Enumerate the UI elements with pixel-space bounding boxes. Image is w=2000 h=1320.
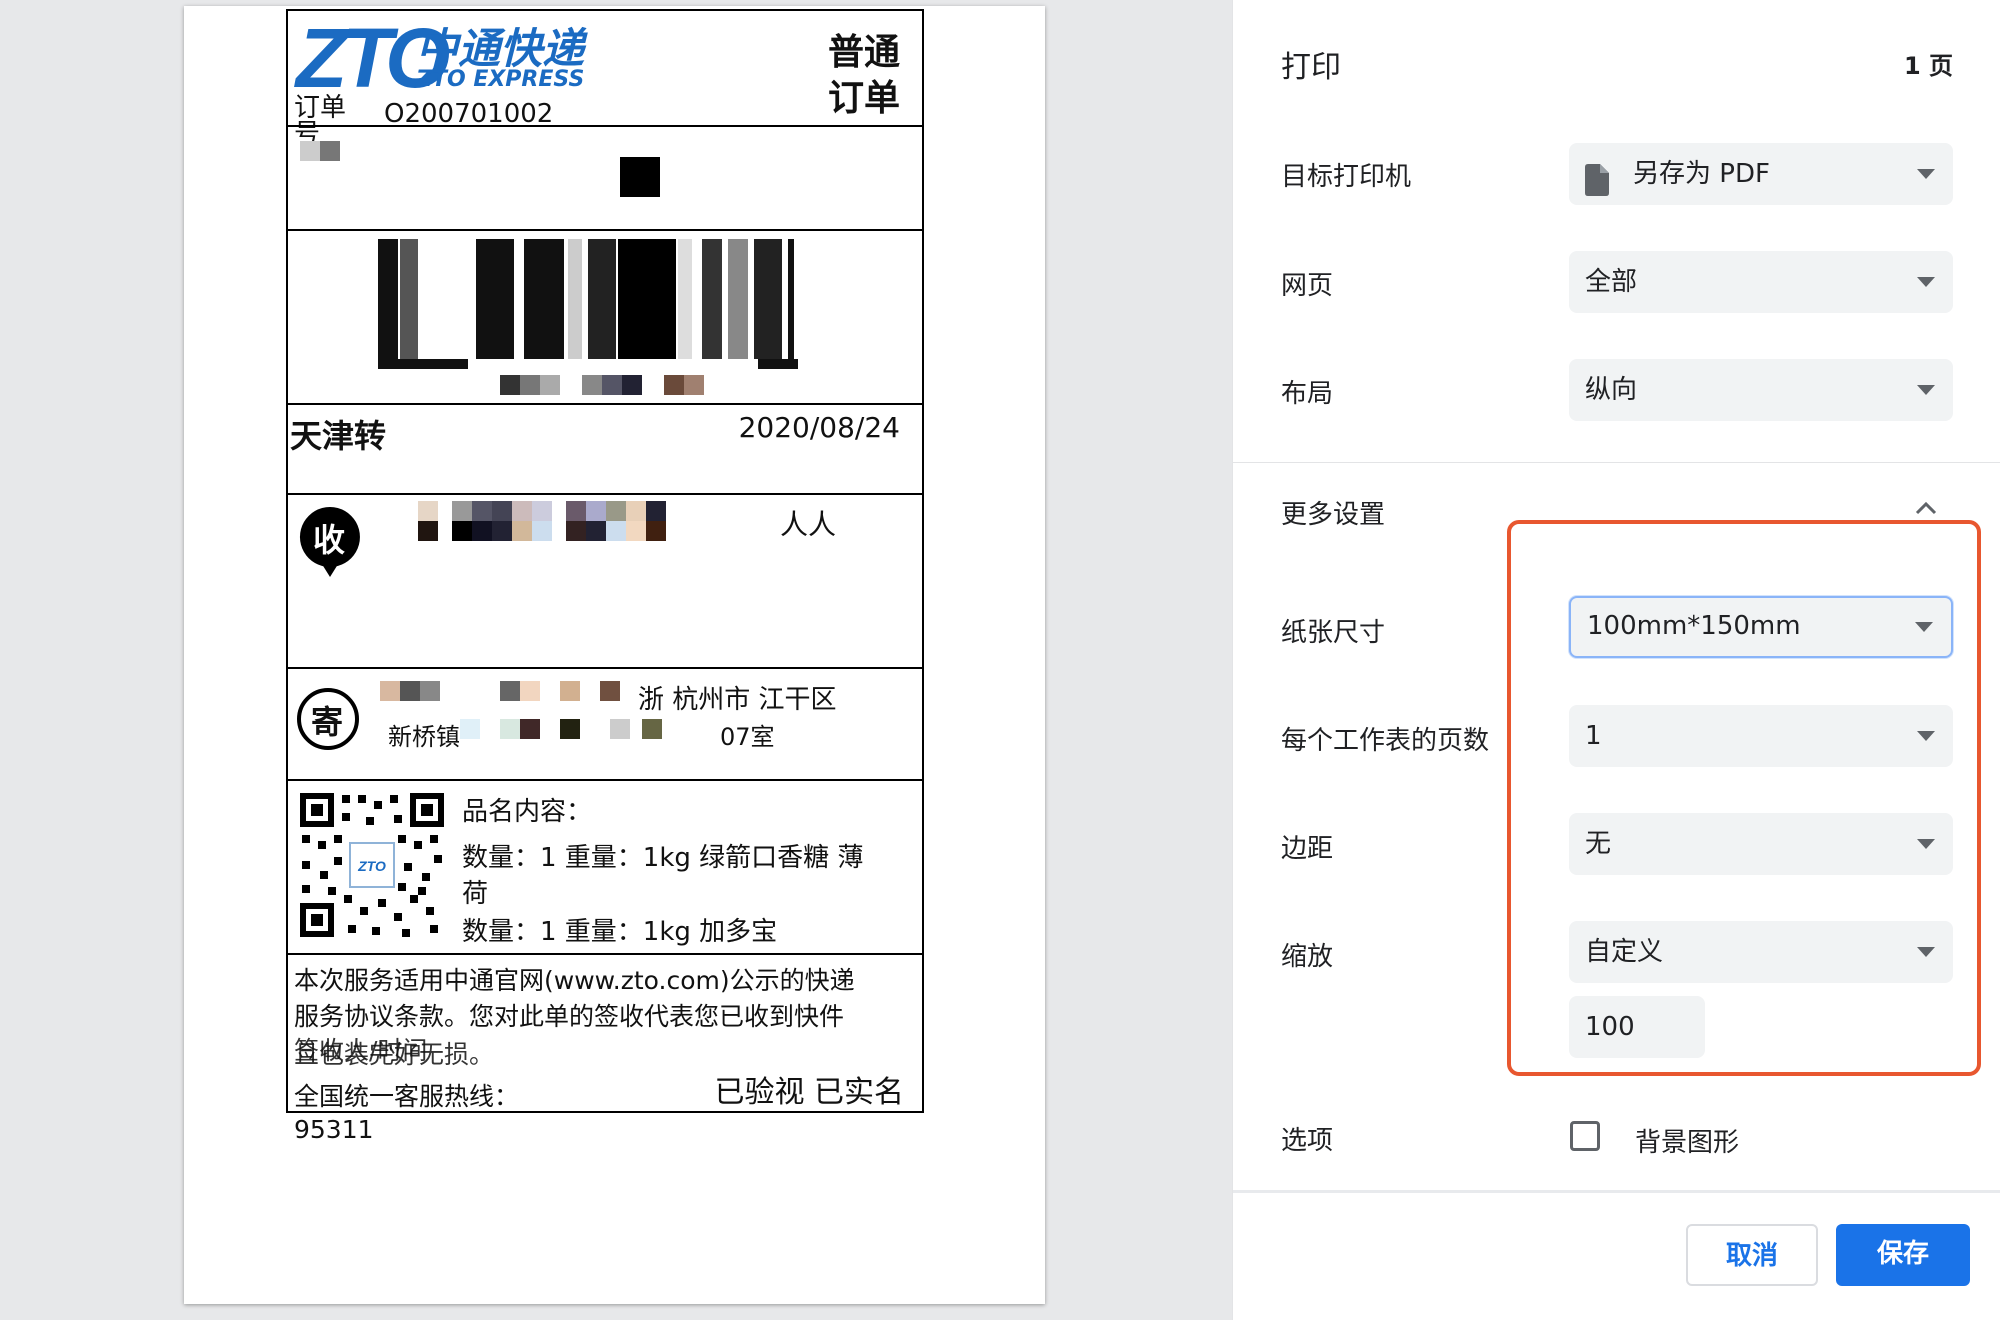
margins-value: 无 [1585, 829, 1612, 859]
hotline-number: 95311 [294, 1115, 374, 1144]
redacted-mosaic [380, 681, 620, 701]
cancel-button[interactable]: 取消 [1686, 1224, 1818, 1286]
layout-label: 布局 [1281, 379, 1334, 409]
label-header: ZTO 中通快递 ZTO EXPRESS 普通 订单 订单号 O20070100… [286, 9, 924, 147]
transfer-city: 天津转 [290, 417, 387, 455]
pages-per-sheet-select[interactable]: 1 [1569, 705, 1953, 767]
goods-line-1: 数量：1 重量：1kg 绿箭口香糖 薄 [462, 843, 864, 873]
sender-address-1: 浙 杭州市 江干区 [638, 685, 837, 715]
section-divider [1233, 462, 2000, 463]
qr-code: ZTO [298, 791, 446, 939]
shipping-label: ZTO 中通快递 ZTO EXPRESS 普通 订单 订单号 O20070100… [286, 9, 924, 1144]
sender-address-2b: 07室 [720, 723, 775, 751]
background-graphics-label[interactable]: 背景图形 [1635, 1122, 1739, 1159]
chevron-up-icon[interactable] [1915, 500, 1937, 515]
routing-box: 天津转 2020/08/24 [286, 403, 924, 495]
chevron-down-icon [1917, 947, 1935, 957]
pages-value: 全部 [1585, 267, 1638, 297]
scale-value: 自定义 [1585, 937, 1664, 967]
scale-input-value: 100 [1585, 1012, 1635, 1042]
document-icon [1585, 157, 1609, 196]
options-label: 选项 [1281, 1126, 1334, 1156]
save-button[interactable]: 保存 [1836, 1224, 1970, 1286]
redacted-mosaic [300, 141, 340, 161]
goods-line-2: 数量：1 重量：1kg 加多宝 [462, 917, 778, 947]
pages-select[interactable]: 全部 [1569, 251, 1953, 313]
sender-address-2a: 新桥镇 [388, 723, 460, 751]
preview-page: ZTO 中通快递 ZTO EXPRESS 普通 订单 订单号 O20070100… [184, 6, 1045, 1304]
barcode [378, 239, 838, 371]
ship-date: 2020/08/24 [738, 411, 900, 444]
chevron-down-icon [1917, 731, 1935, 741]
destination-value: 另存为 PDF [1633, 159, 1770, 189]
receiver-box: 收 人人 [286, 493, 924, 669]
more-settings-label[interactable]: 更多设置 [1281, 494, 1385, 531]
paper-size-value: 100mm*150mm [1587, 611, 1801, 641]
goods-line-1-wrap: 荷 [462, 879, 489, 909]
chevron-down-icon [1917, 277, 1935, 287]
verified-stamp: 已验视 已实名 [714, 1075, 904, 1110]
margins-select[interactable]: 无 [1569, 813, 1953, 875]
print-settings-panel: 打印 1 页 目标打印机 另存为 PDF 网页 全部 布局 纵向 更多设置 纸张… [1232, 0, 2000, 1320]
brand-en: ZTO EXPRESS [416, 67, 585, 92]
receiver-badge: 收 [298, 505, 362, 579]
scale-label: 缩放 [1281, 942, 1334, 972]
destination-label: 目标打印机 [1281, 162, 1412, 192]
goods-box: ZTO 品名内容： 数量：1 重量：1kg 绿箭口香糖 薄 荷 数量：1 重量：… [286, 779, 924, 955]
chevron-down-icon [1915, 622, 1933, 632]
print-preview-area: ZTO 中通快递 ZTO EXPRESS 普通 订单 订单号 O20070100… [0, 0, 1232, 1320]
redacted-mosaic [620, 157, 660, 197]
margins-label: 边距 [1281, 834, 1334, 864]
goods-title: 品名内容： [462, 797, 593, 827]
terms-line-3: 且包装完好无损。 [294, 1040, 495, 1069]
paper-size-select[interactable]: 100mm*150mm [1569, 596, 1953, 658]
pages-label: 网页 [1281, 271, 1334, 301]
scale-input[interactable]: 100 [1569, 996, 1705, 1058]
chevron-down-icon [1917, 385, 1935, 395]
svg-text:ZTO: ZTO [357, 858, 386, 874]
pages-per-sheet-value: 1 [1585, 721, 1602, 751]
page-count: 1 页 [1903, 52, 1953, 80]
redacted-strip [286, 125, 924, 231]
hotline-label: 全国统一客服热线： [294, 1082, 520, 1111]
service-type-2: 订单 [827, 78, 900, 119]
footer-divider [1233, 1190, 2000, 1193]
panel-title: 打印 [1281, 50, 1341, 85]
paper-size-label: 纸张尺寸 [1281, 618, 1386, 648]
sender-box: 寄 浙 杭州市 江干区 新桥镇 07室 [286, 667, 924, 781]
terms-box: 本次服务适用中通官网(www.zto.com)公示的快递 服务协议条款。您对此单… [286, 953, 924, 1113]
terms-line-2: 服务协议条款。您对此单的签收代表您已收到快件 [294, 1002, 845, 1031]
chevron-down-icon [1917, 839, 1935, 849]
layout-value: 纵向 [1585, 375, 1638, 405]
terms-line-1: 本次服务适用中通官网(www.zto.com)公示的快递 [294, 966, 855, 995]
service-type-1: 普通 [827, 32, 900, 73]
layout-select[interactable]: 纵向 [1569, 359, 1953, 421]
background-graphics-checkbox[interactable] [1570, 1121, 1600, 1151]
redacted-mosaic [460, 719, 662, 739]
receiver-name-tail: 人人 [780, 508, 837, 541]
redacted-mosaic [418, 521, 666, 541]
chevron-down-icon [1917, 169, 1935, 179]
redacted-mosaic [500, 375, 704, 395]
scale-select[interactable]: 自定义 [1569, 921, 1953, 983]
sender-badge: 寄 [296, 687, 360, 751]
barcode-box [286, 229, 924, 405]
redacted-mosaic [418, 501, 666, 521]
destination-select[interactable]: 另存为 PDF [1569, 143, 1953, 205]
pages-per-sheet-label: 每个工作表的页数 [1281, 726, 1490, 756]
